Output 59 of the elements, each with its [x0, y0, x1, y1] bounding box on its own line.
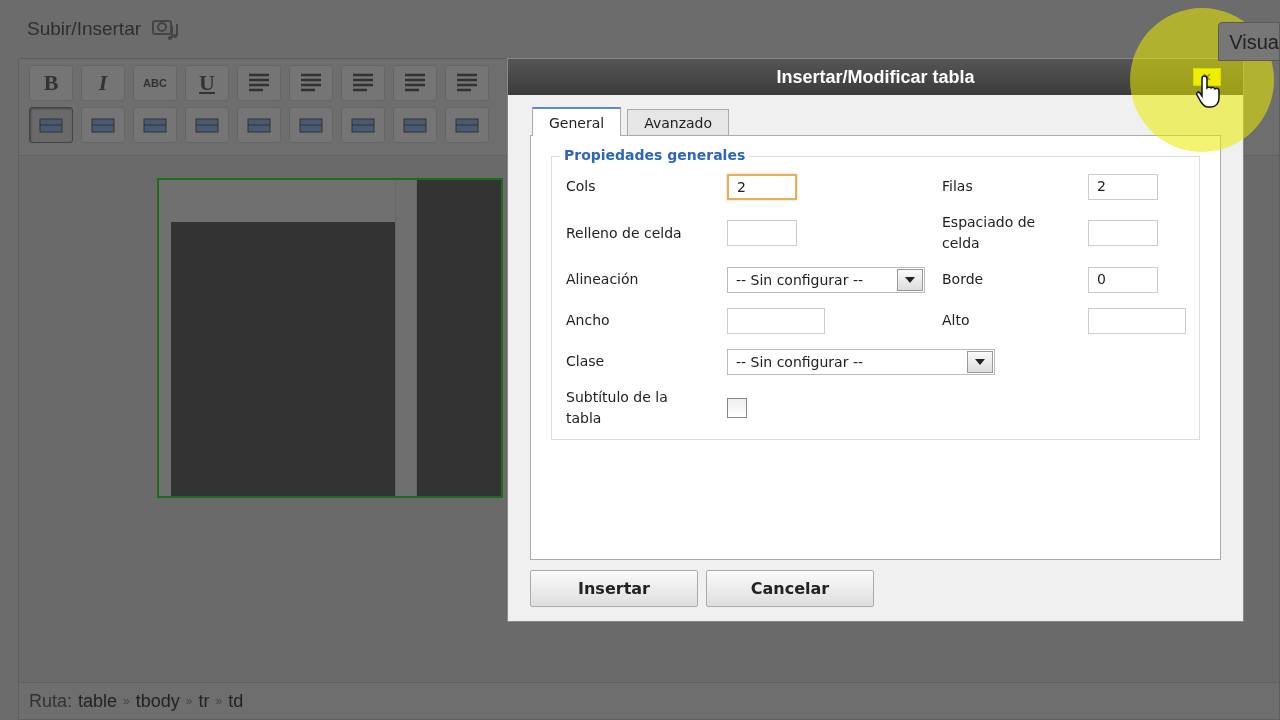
- select-value: -- Sin configurar --: [736, 353, 863, 370]
- table-tool-button[interactable]: [81, 107, 125, 143]
- input-field[interactable]: [1088, 220, 1158, 246]
- input-value: 2: [1097, 177, 1106, 194]
- select-value: -- Sin configurar --: [736, 271, 863, 288]
- field-label: Subtítulo de la tabla: [566, 388, 669, 428]
- table-tool-button[interactable]: [341, 107, 385, 143]
- path-separator: »: [215, 694, 223, 708]
- field-label: Alineación: [566, 270, 639, 289]
- toolbar-button[interactable]: [445, 65, 489, 101]
- dialog-title: Insertar/Modificar tabla: [776, 66, 975, 88]
- table-tool-button[interactable]: [445, 107, 489, 143]
- field-label: Clase: [566, 352, 605, 371]
- fieldset-legend: Propiedades generales: [560, 147, 750, 163]
- path-link[interactable]: td: [228, 690, 244, 712]
- field-label: Relleno de celda: [566, 223, 682, 243]
- field-label: Espaciado de celda: [942, 213, 1037, 253]
- visual-tab[interactable]: Visua: [1218, 21, 1280, 61]
- input-value: 2: [737, 178, 746, 195]
- dialog-button[interactable]: Cancelar: [706, 570, 874, 607]
- table-tool-button[interactable]: [289, 107, 333, 143]
- path-separator: »: [123, 694, 130, 708]
- select-field[interactable]: -- Sin configurar --: [727, 348, 995, 375]
- input-field[interactable]: 2: [1088, 173, 1158, 200]
- format-button[interactable]: I: [81, 65, 125, 101]
- tab[interactable]: Avanzado: [627, 109, 730, 135]
- field-label: Filas: [942, 177, 973, 196]
- field-label: Alto: [942, 311, 970, 330]
- input-field[interactable]: [1088, 307, 1186, 334]
- input-field[interactable]: [727, 220, 797, 246]
- table-tool-button[interactable]: [29, 107, 73, 143]
- table-tool-button[interactable]: [393, 107, 437, 143]
- path-link[interactable]: table: [78, 690, 118, 712]
- toolbar-button[interactable]: [289, 65, 333, 101]
- format-button[interactable]: B: [29, 65, 73, 101]
- field-label: Borde: [942, 270, 984, 289]
- input-field[interactable]: 0: [1088, 266, 1158, 293]
- path-label: Ruta:: [29, 690, 73, 712]
- dialog-button[interactable]: Insertar: [530, 570, 698, 607]
- table-tool-button[interactable]: [185, 107, 229, 143]
- toolbar-button[interactable]: [237, 65, 281, 101]
- input-field[interactable]: 2: [727, 173, 797, 200]
- path-link[interactable]: tbody: [135, 690, 180, 712]
- toolbar-button[interactable]: [393, 65, 437, 101]
- upload-label[interactable]: Subir/Insertar: [27, 18, 142, 40]
- tab[interactable]: General: [532, 107, 622, 136]
- input-value: 0: [1097, 270, 1106, 287]
- table-tool-button[interactable]: [237, 107, 281, 143]
- input-field[interactable]: [727, 307, 825, 334]
- select-field[interactable]: -- Sin configurar --: [727, 266, 925, 293]
- path-link[interactable]: tr: [198, 690, 210, 712]
- path-separator: »: [185, 694, 193, 708]
- format-button[interactable]: U: [185, 65, 229, 101]
- table-tool-button[interactable]: [133, 107, 177, 143]
- format-button[interactable]: ABC: [133, 65, 177, 101]
- field-label: Ancho: [566, 311, 610, 330]
- checkbox[interactable]: [727, 398, 747, 418]
- field-label: Cols: [566, 177, 596, 196]
- toolbar-button[interactable]: [341, 65, 385, 101]
